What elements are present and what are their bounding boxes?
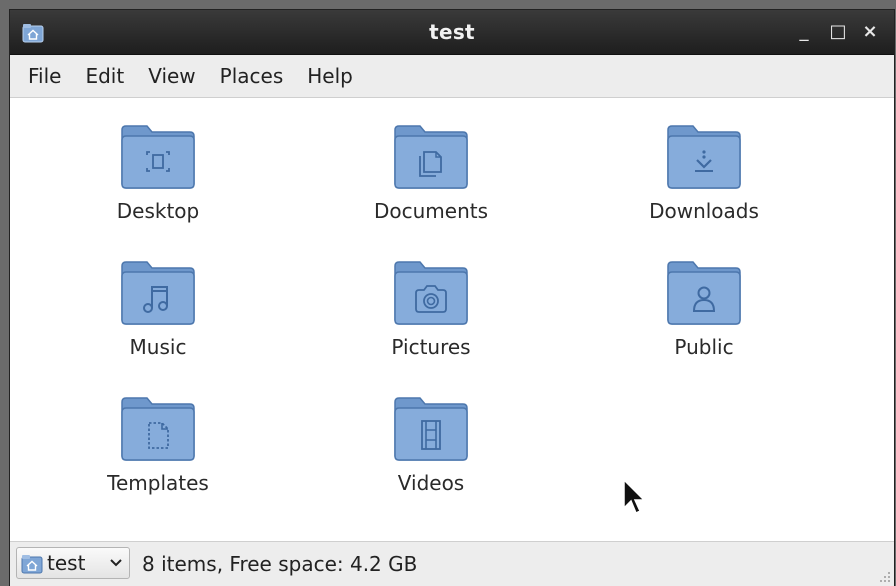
music-folder-icon <box>121 261 195 325</box>
public-folder-icon <box>667 261 741 325</box>
menu-places[interactable]: Places <box>208 55 296 97</box>
status-text: 8 items, Free space: 4.2 GB <box>142 552 418 576</box>
chevron-down-icon <box>110 559 122 567</box>
menu-help[interactable]: Help <box>295 55 365 97</box>
menu-bar: File Edit View Places Help <box>10 55 894 98</box>
window-title: test <box>429 20 475 44</box>
menu-file[interactable]: File <box>16 55 73 97</box>
resize-grip-icon[interactable] <box>876 568 892 584</box>
folder-label: Pictures <box>391 335 471 359</box>
title-bar[interactable]: test _ □ × <box>10 10 894 55</box>
mouse-pointer-icon <box>623 478 646 515</box>
desktop-folder-icon <box>121 125 195 189</box>
folder-public[interactable]: Public <box>604 234 804 360</box>
folder-label: Documents <box>373 199 489 223</box>
location-label: test <box>47 551 86 575</box>
menu-view[interactable]: View <box>136 55 207 97</box>
folder-music[interactable]: Music <box>58 234 258 360</box>
templates-folder-icon <box>121 397 195 461</box>
home-folder-icon <box>21 555 43 574</box>
downloads-folder-icon <box>667 125 741 189</box>
pictures-folder-icon <box>394 261 468 325</box>
folder-downloads[interactable]: Downloads <box>604 98 804 224</box>
status-bar: test 8 items, Free space: 4.2 GB <box>10 541 894 586</box>
folder-label: Music <box>129 335 187 359</box>
videos-folder-icon <box>394 397 468 461</box>
folder-view[interactable]: Desktop Documents Downloads Music Pictur… <box>10 98 894 540</box>
minimize-button[interactable]: _ <box>790 18 818 46</box>
documents-folder-icon <box>394 125 468 189</box>
folder-videos[interactable]: Videos <box>331 370 531 496</box>
folder-label: Downloads <box>649 199 759 223</box>
close-button[interactable]: × <box>856 18 884 46</box>
folder-pictures[interactable]: Pictures <box>331 234 531 360</box>
location-button[interactable]: test <box>16 547 130 579</box>
folder-label: Desktop <box>116 199 200 223</box>
folder-label: Public <box>674 335 734 359</box>
folder-desktop[interactable]: Desktop <box>58 98 258 224</box>
file-manager-window: test _ □ × File Edit View Places Help De… <box>10 10 894 586</box>
folder-templates[interactable]: Templates <box>58 370 258 496</box>
folder-label: Videos <box>397 471 465 495</box>
maximize-button[interactable]: □ <box>824 18 852 46</box>
menu-edit[interactable]: Edit <box>73 55 136 97</box>
folder-label: Templates <box>107 471 209 495</box>
folder-documents[interactable]: Documents <box>331 98 531 224</box>
